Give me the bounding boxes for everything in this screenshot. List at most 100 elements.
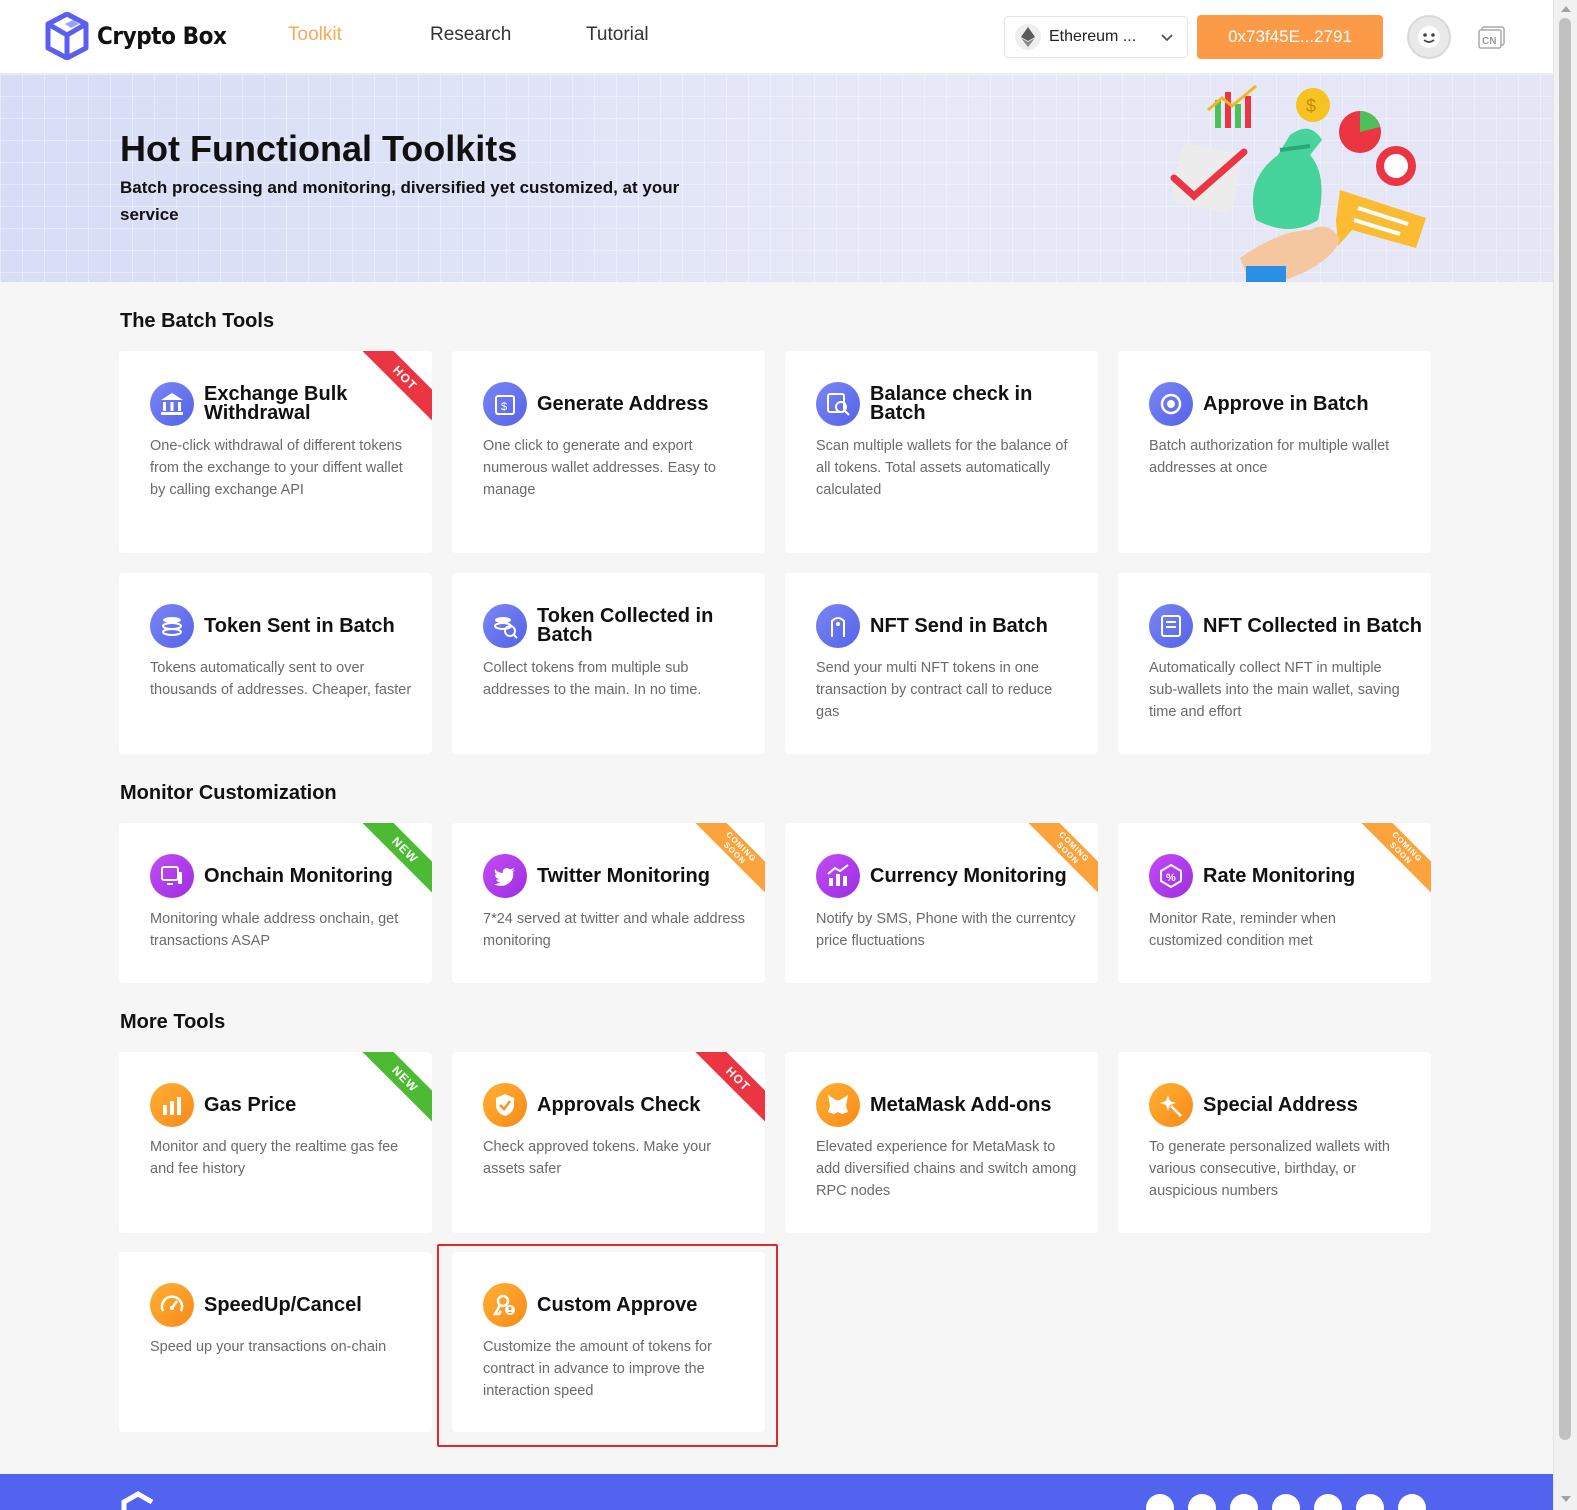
tool-card-special-address[interactable]: Special Address To generate personalized… <box>1118 1052 1431 1233</box>
card-title: Token Collected in Batch <box>537 605 714 646</box>
tool-card-token-collected-in-batch[interactable]: Token Collected in Batch Collect tokens … <box>452 573 765 754</box>
section-title-batch: The Batch Tools <box>120 310 275 332</box>
tool-card-exchange-bulk-withdrawal[interactable]: Exchange Bulk Withdrawal One-click withd… <box>119 351 432 553</box>
nft-collect-icon <box>1149 604 1193 648</box>
brand-logo[interactable]: Crypto Box <box>45 12 241 60</box>
card-description: Batch authorization for multiple wallet … <box>1149 438 1390 476</box>
hero-illustration-icon: $ <box>1170 84 1426 282</box>
nav-toolkit[interactable]: Toolkit <box>288 24 342 46</box>
wallet-address-button[interactable]: 0x73f45E...2791 <box>1197 15 1383 59</box>
svg-text:$: $ <box>501 401 507 413</box>
social-link-icon[interactable] <box>1146 1494 1174 1510</box>
scroll-down-arrow-icon[interactable] <box>1561 1496 1571 1502</box>
card-title: Token Sent in Batch <box>204 614 395 637</box>
tool-card-nft-collected-in-batch[interactable]: NFT Collected in Batch Automatically col… <box>1118 573 1431 754</box>
user-face-icon <box>1418 26 1440 48</box>
tool-card-speedup-cancel[interactable]: SpeedUp/Cancel Speed up your transaction… <box>119 1252 432 1432</box>
social-link-icon[interactable] <box>1398 1494 1426 1510</box>
section-title-more-tools: More Tools <box>120 1011 226 1033</box>
coins-icon <box>150 604 194 648</box>
avatar[interactable] <box>1407 15 1451 59</box>
network-select[interactable]: Ethereum ... <box>1004 16 1188 58</box>
card-description: Scan multiple wallets for the balance of… <box>816 438 1068 498</box>
monitor-icon <box>150 854 194 898</box>
social-link-icon[interactable] <box>1230 1494 1258 1510</box>
card-title: NFT Collected in Batch <box>1203 614 1422 637</box>
network-name: Ethereum ... <box>1049 28 1137 45</box>
footer-logo-icon <box>121 1491 154 1510</box>
tool-card-approve-in-batch[interactable]: Approve in Batch Batch authorization for… <box>1118 351 1431 553</box>
nav-tutorial[interactable]: Tutorial <box>586 24 649 46</box>
social-link-icon[interactable] <box>1356 1494 1384 1510</box>
card-description: Automatically collect NFT in multiple su… <box>1149 660 1400 720</box>
language-switch-icon[interactable]: CN <box>1478 25 1506 49</box>
approve-icon <box>1149 382 1193 426</box>
page-subtitle: Batch processing and monitoring, diversi… <box>120 178 680 224</box>
card-title: SpeedUp/Cancel <box>204 1293 362 1316</box>
scan-icon <box>816 382 860 426</box>
svg-text:$: $ <box>1306 96 1316 116</box>
tool-card-metamask-addons[interactable]: MetaMask Add-ons Elevated experience for… <box>785 1052 1098 1233</box>
language-label: CN <box>1482 36 1496 47</box>
card-title: Special Address <box>1203 1093 1358 1116</box>
card-title: Currency Monitoring <box>870 864 1067 887</box>
selection-highlight-box <box>437 1244 778 1447</box>
tool-card-approvals-check[interactable]: Approvals Check Check approved tokens. M… <box>452 1052 765 1233</box>
chevron-down-icon <box>1161 34 1173 42</box>
ethereum-icon <box>1015 24 1041 50</box>
bank-icon <box>150 382 194 426</box>
tool-card-gas-price[interactable]: Gas Price Monitor and query the realtime… <box>119 1052 432 1233</box>
nft-send-icon <box>816 604 860 648</box>
social-link-icon[interactable] <box>1314 1494 1342 1510</box>
vertical-scrollbar[interactable] <box>1553 0 1577 1510</box>
nav-research[interactable]: Research <box>430 24 511 46</box>
footer <box>0 1474 1553 1510</box>
chart-icon <box>816 854 860 898</box>
tool-card-nft-send-in-batch[interactable]: NFT Send in Batch Send your multi NFT to… <box>785 573 1098 754</box>
card-description: Send your multi NFT tokens in one transa… <box>816 660 1053 720</box>
card-description: Monitoring whale address onchain, get tr… <box>150 911 399 949</box>
card-title: NFT Send in Batch <box>870 614 1048 637</box>
card-title: Balance check in Batch <box>870 383 1033 424</box>
social-link-icon[interactable] <box>1188 1494 1216 1510</box>
speedometer-icon <box>150 1283 194 1327</box>
card-title: Rate Monitoring <box>1203 864 1356 887</box>
top-header: Crypto Box Toolkit Research Tutorial Eth… <box>0 0 1553 74</box>
scrollbar-thumb[interactable] <box>1559 18 1571 1440</box>
card-title: Exchange Bulk Withdrawal <box>204 383 348 424</box>
shield-check-icon <box>483 1083 527 1127</box>
rate-icon: % <box>1149 854 1193 898</box>
metamask-icon <box>816 1083 860 1127</box>
card-title: MetaMask Add-ons <box>870 1093 1052 1116</box>
card-description: Elevated experience for MetaMask to add … <box>816 1139 1077 1199</box>
brand-name: Crypto Box <box>97 22 227 50</box>
collect-icon <box>483 604 527 648</box>
hero-banner: Hot Functional Toolkits Batch processing… <box>0 74 1553 282</box>
svg-text:%: % <box>1166 872 1176 884</box>
card-description: Speed up your transactions on-chain <box>150 1339 387 1355</box>
card-title: Onchain Monitoring <box>204 864 393 887</box>
tool-card-token-sent-in-batch[interactable]: Token Sent in Batch Tokens automatically… <box>119 573 432 754</box>
card-description: To generate personalized wallets with va… <box>1149 1139 1390 1199</box>
wallet-icon: $ <box>483 382 527 426</box>
page-title: Hot Functional Toolkits <box>120 128 518 169</box>
card-description: Tokens automatically sent to over thousa… <box>150 660 412 698</box>
card-title: Twitter Monitoring <box>537 864 710 887</box>
tool-card-rate-monitoring[interactable]: % Rate Monitoring Monitor Rate, reminder… <box>1118 823 1431 983</box>
tool-card-onchain-monitoring[interactable]: Onchain Monitoring Monitoring whale addr… <box>119 823 432 983</box>
bar-chart-icon <box>150 1083 194 1127</box>
tool-card-balance-check[interactable]: Balance check in Batch Scan multiple wal… <box>785 351 1098 553</box>
sparkle-icon <box>1149 1083 1193 1127</box>
card-description: Check approved tokens. Make your assets … <box>483 1139 712 1177</box>
tool-card-twitter-monitoring[interactable]: Twitter Monitoring 7*24 served at twitte… <box>452 823 765 983</box>
card-description: Monitor Rate, reminder when customized c… <box>1149 911 1336 949</box>
card-title: Approvals Check <box>537 1093 701 1116</box>
card-title: Approve in Batch <box>1203 392 1369 415</box>
card-title: Generate Address <box>537 392 709 415</box>
social-link-icon[interactable] <box>1272 1494 1300 1510</box>
card-description: 7*24 served at twitter and whale address… <box>483 911 745 949</box>
tool-card-currency-monitoring[interactable]: Currency Monitoring Notify by SMS, Phone… <box>785 823 1098 983</box>
scroll-up-arrow-icon[interactable] <box>1561 6 1571 12</box>
tool-card-generate-address[interactable]: $ Generate Address One click to generate… <box>452 351 765 553</box>
card-description: Monitor and query the realtime gas fee a… <box>150 1139 399 1177</box>
